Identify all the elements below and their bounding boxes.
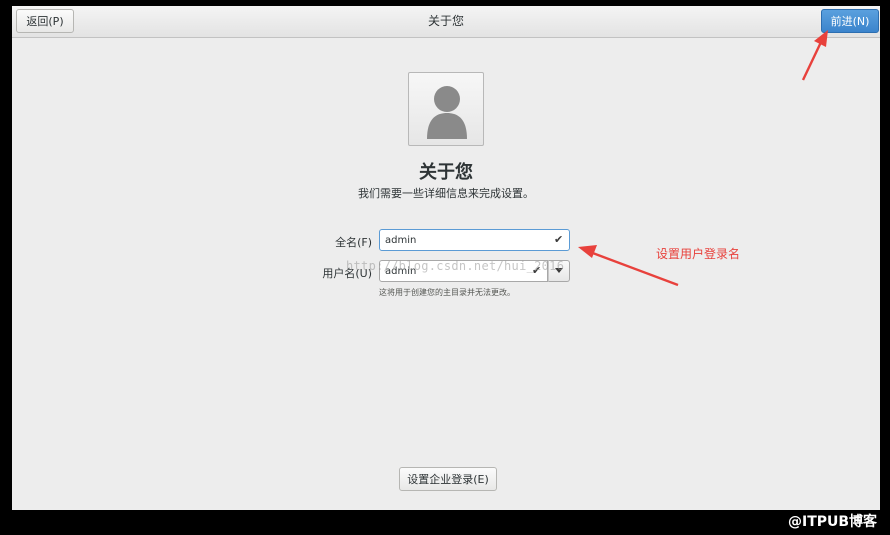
- fullname-input[interactable]: [379, 229, 570, 251]
- avatar-button[interactable]: [408, 72, 484, 146]
- username-hint: 这将用于创建您的主目录并无法更改。: [379, 288, 515, 297]
- page-title: 关于您: [419, 162, 473, 183]
- username-dropdown-button[interactable]: [548, 260, 570, 282]
- enterprise-login-button[interactable]: 设置企业登录(E): [399, 467, 497, 491]
- page-subtitle: 我们需要一些详细信息来完成设置。: [358, 187, 534, 200]
- chevron-down-icon: [555, 268, 563, 273]
- username-input[interactable]: [379, 260, 548, 282]
- header-bar: 返回(P) 关于您 前进(N): [12, 6, 880, 38]
- user-avatar-icon: [427, 86, 467, 139]
- check-icon: ✔: [554, 233, 564, 246]
- brand-watermark: @ITPUB博客: [788, 514, 878, 530]
- check-icon: ✔: [532, 264, 542, 277]
- fullname-label: 全名(F): [335, 236, 372, 249]
- annotation-label: 设置用户登录名: [656, 247, 741, 261]
- window-title: 关于您: [427, 14, 464, 28]
- username-label: 用户名(U): [322, 267, 372, 280]
- next-button[interactable]: 前进(N): [821, 9, 879, 33]
- back-button[interactable]: 返回(P): [16, 9, 74, 33]
- setup-window: 返回(P) 关于您 前进(N) 关于您 我们需要一些详细信息来完成设置。 全名(…: [12, 6, 880, 510]
